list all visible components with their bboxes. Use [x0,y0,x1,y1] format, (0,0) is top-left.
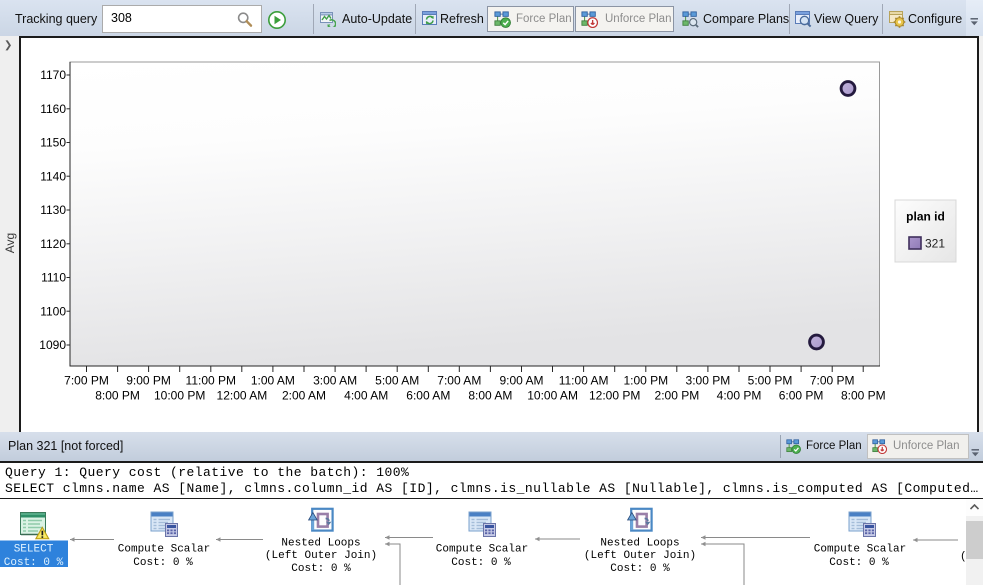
svg-text:Cost: 0 %: Cost: 0 % [291,563,351,575]
svg-text:7:00 PM: 7:00 PM [64,374,109,388]
svg-text:5:00 PM: 5:00 PM [748,374,793,388]
svg-text:Cost: 0 %: Cost: 0 % [4,557,64,569]
svg-text:Nested Loops: Nested Loops [281,538,360,550]
svg-text:2:00 PM: 2:00 PM [655,389,700,403]
svg-text:8:00 PM: 8:00 PM [841,389,886,403]
svg-text:Cost: 0 %: Cost: 0 % [610,563,670,575]
svg-text:3:00 AM: 3:00 AM [313,374,357,388]
svg-text:12:00 PM: 12:00 PM [589,389,640,403]
svg-text:7:00 PM: 7:00 PM [810,374,855,388]
svg-text:4:00 PM: 4:00 PM [717,389,762,403]
svg-text:Compute Scalar: Compute Scalar [118,544,210,556]
svg-text:1:00 AM: 1:00 AM [251,374,295,388]
svg-text:5:00 AM: 5:00 AM [375,374,419,388]
svg-text:6:00 PM: 6:00 PM [779,389,824,403]
svg-text:Compute Scalar: Compute Scalar [436,544,528,556]
svg-text:1150: 1150 [40,136,66,150]
svg-text:9:00 PM: 9:00 PM [126,374,171,388]
svg-text:10:00 PM: 10:00 PM [154,389,205,403]
svg-text:11:00 AM: 11:00 AM [559,374,609,388]
svg-text:1160: 1160 [40,102,66,116]
svg-text:Cost: 0 %: Cost: 0 % [829,557,889,569]
svg-text:2:00 AM: 2:00 AM [282,389,326,403]
svg-text:1170: 1170 [40,68,66,82]
svg-text:Cost: 0 %: Cost: 0 % [133,557,193,569]
svg-text:SELECT: SELECT [14,544,54,556]
svg-text:12:00 AM: 12:00 AM [217,389,268,403]
svg-text:1100: 1100 [40,304,66,318]
svg-text:1140: 1140 [40,169,66,183]
svg-text:9:00 AM: 9:00 AM [499,374,543,388]
svg-text:1120: 1120 [40,237,66,251]
svg-text:10:00 AM: 10:00 AM [527,389,578,403]
svg-text:11:00 PM: 11:00 PM [186,374,236,388]
svg-text:8:00 AM: 8:00 AM [468,389,512,403]
svg-text:6:00 AM: 6:00 AM [406,389,450,403]
svg-text:3:00 PM: 3:00 PM [686,374,731,388]
svg-text:7:00 AM: 7:00 AM [437,374,481,388]
svg-text:1:00 PM: 1:00 PM [623,374,668,388]
svg-text:8:00 PM: 8:00 PM [95,389,140,403]
svg-text:Cost: 0 %: Cost: 0 % [451,557,511,569]
svg-text:321: 321 [925,237,945,251]
svg-text:(Left Outer Join): (Left Outer Join) [584,550,696,562]
svg-text:plan id: plan id [906,210,945,224]
svg-text:Nested Loops: Nested Loops [600,538,679,550]
svg-text:1090: 1090 [39,338,66,352]
svg-text:4:00 AM: 4:00 AM [344,389,388,403]
svg-text:1110: 1110 [41,271,66,285]
svg-text:Compute Scalar: Compute Scalar [814,544,906,556]
svg-text:(Left Outer Join): (Left Outer Join) [265,550,377,562]
svg-text:1130: 1130 [40,203,66,217]
